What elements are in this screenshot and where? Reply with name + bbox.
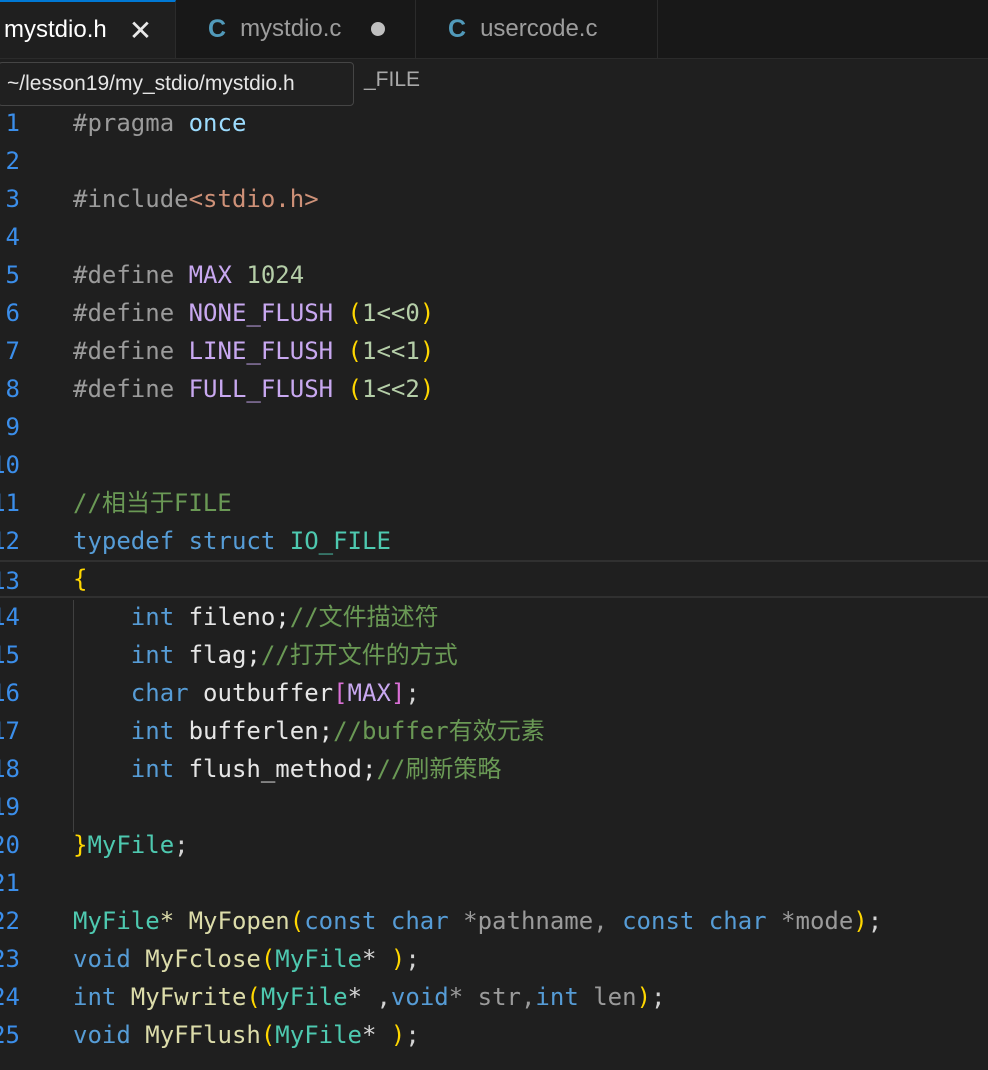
code-line[interactable]: 22 MyFile* MyFopen(const char *pathname,… <box>0 902 988 940</box>
code-line[interactable]: 8 #define FULL_FLUSH (1<<2) <box>0 370 988 408</box>
c-file-icon: C <box>208 14 227 43</box>
tab-mystdio-h[interactable]: mystdio.h ✕ <box>0 0 176 58</box>
close-icon[interactable]: ✕ <box>129 14 152 47</box>
code-text: #include<stdio.h> <box>73 185 319 213</box>
code-text: MyFile* MyFopen(const char *pathname, co… <box>73 907 883 935</box>
line-number: 4 <box>5 223 20 251</box>
code-line[interactable]: 9 <box>0 408 988 446</box>
code-text: int flush_method;//刷新策略 <box>73 755 502 783</box>
tab-label: mystdio.h <box>4 16 107 43</box>
code-line[interactable]: 3 #include<stdio.h> <box>0 180 988 218</box>
line-number: 14 <box>0 603 20 631</box>
file-path-tooltip: ~/lesson19/my_stdio/mystdio.h <box>0 62 354 106</box>
line-number: 16 <box>0 679 20 707</box>
code-line[interactable]: 6 #define NONE_FLUSH (1<<0) <box>0 294 988 332</box>
code-line[interactable]: 17 int bufferlen;//buffer有效元素 <box>0 712 988 750</box>
tooltip-text: ~/lesson19/my_stdio/mystdio.h <box>7 72 295 95</box>
code-text: }MyFile; <box>73 831 189 859</box>
line-number: 23 <box>0 945 20 973</box>
code-text: #define FULL_FLUSH (1<<2) <box>73 375 435 403</box>
line-number: 5 <box>5 261 20 289</box>
code-text: //相当于FILE <box>73 489 232 517</box>
code-text: { <box>73 565 88 593</box>
code-line[interactable]: 10 <box>0 446 988 484</box>
line-number: 24 <box>0 983 20 1011</box>
code-line[interactable]: 11 //相当于FILE <box>0 484 988 522</box>
code-text: void MyFFlush(MyFile* ); <box>73 1021 420 1049</box>
code-line[interactable]: 23 void MyFclose(MyFile* ); <box>0 940 988 978</box>
indent-guide <box>73 600 74 832</box>
code-line[interactable]: 21 <box>0 864 988 902</box>
line-number: 22 <box>0 907 20 935</box>
code-line[interactable]: 16 char outbuffer[MAX]; <box>0 674 988 712</box>
code-text: #define LINE_FLUSH (1<<1) <box>73 337 435 365</box>
code-text: int MyFwrite(MyFile* ,void* str,int len)… <box>73 983 666 1011</box>
code-text: #define NONE_FLUSH (1<<0) <box>73 299 435 327</box>
code-text: int fileno;//文件描述符 <box>73 603 439 631</box>
code-line[interactable]: 2 <box>0 142 988 180</box>
code-text: typedef struct IO_FILE <box>73 527 391 555</box>
line-number: 15 <box>0 641 20 669</box>
tab-bar: mystdio.h ✕ C mystdio.c C usercode.c <box>0 0 988 59</box>
line-number: 25 <box>0 1021 20 1049</box>
breadcrumb[interactable]: _FILE <box>364 68 420 98</box>
code-line[interactable]: 15 int flag;//打开文件的方式 <box>0 636 988 674</box>
line-number: 13 <box>0 567 20 595</box>
line-number: 19 <box>0 793 20 821</box>
c-file-icon: C <box>448 14 467 43</box>
code-text: #pragma once <box>73 109 247 137</box>
unsaved-dot-icon[interactable] <box>371 22 386 36</box>
line-number: 20 <box>0 831 20 859</box>
line-number: 3 <box>5 185 20 213</box>
line-number: 11 <box>0 489 20 517</box>
tab-label: mystdio.c <box>240 15 342 42</box>
line-number: 12 <box>0 527 20 555</box>
code-line[interactable]: 12 typedef struct IO_FILE <box>0 522 988 560</box>
tab-label: usercode.c <box>480 15 598 42</box>
code-text: char outbuffer[MAX]; <box>73 679 420 707</box>
line-number: 8 <box>5 375 20 403</box>
code-line[interactable]: 19 <box>0 788 988 826</box>
code-text: int flag;//打开文件的方式 <box>73 641 458 669</box>
code-line[interactable]: 18 int flush_method;//刷新策略 <box>0 750 988 788</box>
code-line[interactable]: 7 #define LINE_FLUSH (1<<1) <box>0 332 988 370</box>
code-line[interactable]: 25 void MyFFlush(MyFile* ); <box>0 1016 988 1054</box>
line-number: 17 <box>0 717 20 745</box>
code-line[interactable]: 4 <box>0 218 988 256</box>
code-line[interactable]: 24 int MyFwrite(MyFile* ,void* str,int l… <box>0 978 988 1016</box>
line-number: 1 <box>5 109 20 137</box>
breadcrumb-symbol[interactable]: _FILE <box>364 68 420 91</box>
line-number: 7 <box>5 337 20 365</box>
line-number: 18 <box>0 755 20 783</box>
code-line[interactable]: 1 #pragma once <box>0 104 988 142</box>
code-text: void MyFclose(MyFile* ); <box>73 945 420 973</box>
tab-usercode-c[interactable]: C usercode.c <box>416 0 658 58</box>
code-line[interactable]: 14 int fileno;//文件描述符 <box>0 598 988 636</box>
code-text: int bufferlen;//buffer有效元素 <box>73 717 545 745</box>
line-number: 9 <box>5 413 20 441</box>
code-line[interactable]: 20 }MyFile; <box>0 826 988 864</box>
code-text: #define MAX 1024 <box>73 261 305 289</box>
line-number: 6 <box>5 299 20 327</box>
code-line[interactable]: 5 #define MAX 1024 <box>0 256 988 294</box>
tab-mystdio-c[interactable]: C mystdio.c <box>176 0 416 58</box>
line-number: 10 <box>0 451 20 479</box>
line-number: 2 <box>5 147 20 175</box>
current-line-highlight[interactable]: 13 { <box>0 560 988 598</box>
line-number: 21 <box>0 869 20 897</box>
